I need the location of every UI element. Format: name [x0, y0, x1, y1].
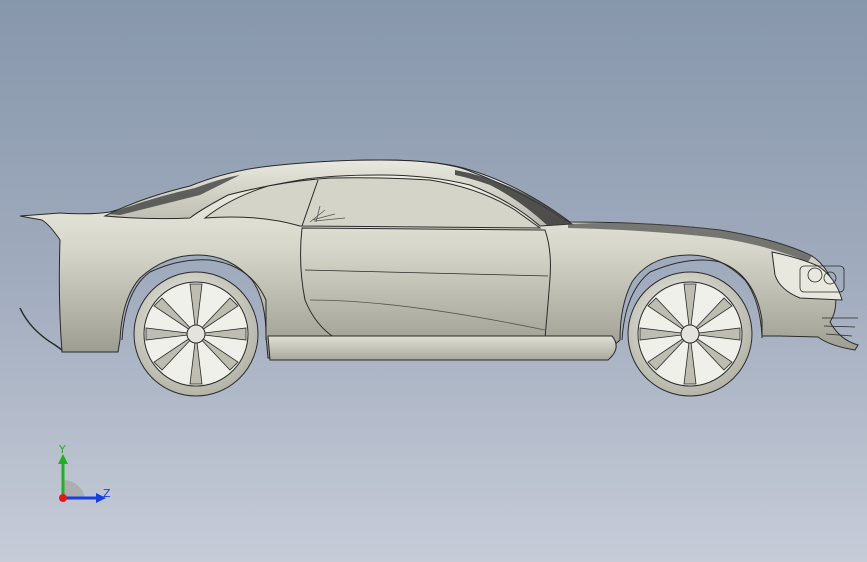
rocker-panel[interactable]: [267, 335, 617, 361]
rear-diffuser[interactable]: [19, 307, 63, 351]
graphics-viewport[interactable]: Y Z: [0, 0, 867, 562]
car-model[interactable]: [0, 0, 867, 562]
z-axis-label: Z: [103, 487, 111, 500]
orientation-triad: Y Z: [58, 443, 111, 503]
rear-wheel[interactable]: [133, 271, 259, 397]
front-wheel[interactable]: [627, 271, 753, 397]
triad-plane: [63, 479, 85, 498]
y-axis-label: Y: [58, 443, 66, 456]
x-axis-origin: [59, 494, 67, 502]
